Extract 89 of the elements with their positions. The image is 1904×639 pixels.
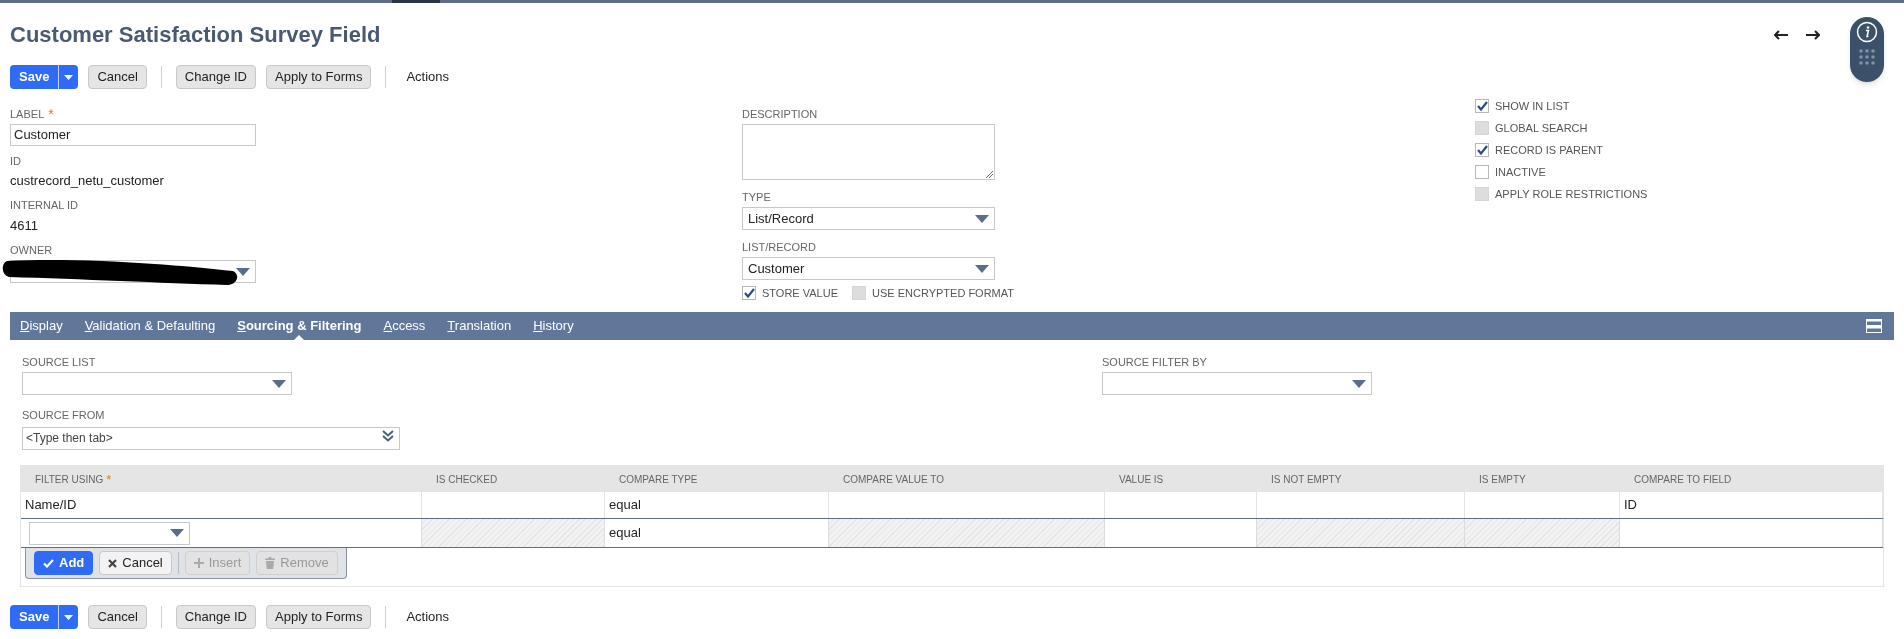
trash-icon xyxy=(265,557,276,569)
double-chevron-icon xyxy=(382,430,394,442)
save-button[interactable]: Save xyxy=(10,605,59,629)
field-label: TYPE xyxy=(742,189,771,205)
checkbox[interactable] xyxy=(1475,165,1489,179)
check-icon xyxy=(43,558,54,568)
column-header: IS EMPTY xyxy=(1479,472,1526,487)
field-value: custrecord_netu_customer xyxy=(10,172,165,190)
checkbox[interactable] xyxy=(1475,99,1489,113)
forward-arrow-icon[interactable] xyxy=(1806,30,1820,40)
description-textarea[interactable] xyxy=(742,124,995,180)
field-label: SOURCE LIST xyxy=(22,354,96,370)
page-title: Customer Satisfaction Survey Field xyxy=(10,20,381,49)
source-list-dropdown[interactable] xyxy=(22,372,292,395)
tab[interactable]: Translation xyxy=(447,312,512,340)
layout-toggle-icon[interactable] xyxy=(1866,319,1882,333)
field-label: SOURCE FROM xyxy=(22,407,105,423)
checkbox-label: SHOW IN LIST xyxy=(1495,98,1570,114)
toolbar-button[interactable]: Cancel xyxy=(88,605,147,629)
dropdown-field[interactable]: Customer xyxy=(742,257,995,280)
caret-icon xyxy=(975,264,989,273)
toolbar-button[interactable]: Apply to Forms xyxy=(266,65,372,89)
source-filter-dropdown[interactable] xyxy=(1102,372,1372,395)
checkbox-label: STORE VALUE xyxy=(762,285,838,301)
help-widget[interactable] xyxy=(1850,17,1884,82)
tab[interactable]: Access xyxy=(383,312,426,340)
checkbox[interactable] xyxy=(742,286,756,300)
caret-icon xyxy=(272,379,286,388)
resize-handle-icon xyxy=(986,171,993,178)
caret-icon xyxy=(170,529,184,537)
actions-menu[interactable]: Actions xyxy=(400,65,456,89)
checkbox[interactable] xyxy=(1475,143,1489,157)
checkbox-label: GLOBAL SEARCH xyxy=(1495,120,1588,136)
field-label: SOURCE FILTER BY xyxy=(1102,354,1207,370)
save-button[interactable]: Save xyxy=(10,65,59,89)
checkbox-label: INACTIVE xyxy=(1495,164,1546,180)
info-icon xyxy=(1856,21,1878,43)
dropdown-field[interactable]: List/Record xyxy=(742,207,995,230)
caret-icon xyxy=(64,614,74,620)
required-mark: * xyxy=(106,472,112,486)
column-header: COMPARE TYPE xyxy=(619,472,698,487)
checkbox-label: RECORD IS PARENT xyxy=(1495,142,1603,158)
field-label: DESCRIPTION xyxy=(742,106,818,122)
column-header: COMPARE VALUE TO xyxy=(843,472,944,487)
field-value: 4611 xyxy=(10,216,39,235)
table-cell[interactable] xyxy=(21,519,422,547)
tab[interactable]: Validation & Defaulting xyxy=(84,312,216,340)
caret-icon xyxy=(1352,379,1366,388)
required-mark: * xyxy=(48,107,54,121)
column-header: VALUE IS xyxy=(1119,472,1164,487)
row-action-button[interactable]: Cancel xyxy=(99,551,172,575)
toolbar-button[interactable]: Cancel xyxy=(88,65,147,89)
column-header: IS CHECKED xyxy=(436,472,498,487)
row-action-button[interactable]: Add xyxy=(34,551,94,575)
filter-dropdown[interactable] xyxy=(29,521,190,545)
actions-menu[interactable]: Actions xyxy=(400,605,456,629)
check-icon xyxy=(1476,101,1488,111)
field-label: LABEL xyxy=(10,106,45,122)
table-cell[interactable]: equal xyxy=(605,519,829,547)
column-header: FILTER USING xyxy=(35,472,104,487)
field-label: LIST/RECORD xyxy=(742,239,816,255)
checkbox-label: APPLY ROLE RESTRICTIONS xyxy=(1495,186,1648,202)
save-options-button[interactable] xyxy=(58,65,79,89)
check-icon xyxy=(743,288,755,298)
field-label: OWNER xyxy=(10,242,53,258)
back-arrow-icon[interactable] xyxy=(1774,30,1788,40)
source-from-field[interactable]: <Type then tab> xyxy=(22,426,400,450)
caret-icon xyxy=(64,74,74,80)
field-label: ID xyxy=(10,153,21,169)
tab[interactable]: History xyxy=(533,312,574,340)
toolbar-button[interactable]: Change ID xyxy=(175,605,256,629)
table-cell[interactable] xyxy=(1620,519,1883,547)
toolbar-button[interactable]: Apply to Forms xyxy=(266,605,372,629)
grid-icon xyxy=(1859,49,1875,65)
field-label: INTERNAL ID xyxy=(10,198,79,214)
check-icon xyxy=(1476,145,1488,155)
column-header: IS NOT EMPTY xyxy=(1271,472,1342,487)
close-icon xyxy=(108,558,118,568)
save-options-button[interactable] xyxy=(58,605,79,629)
checkbox-label: USE ENCRYPTED FORMAT xyxy=(872,285,1014,301)
caret-icon xyxy=(975,214,989,223)
caret-icon xyxy=(236,267,250,276)
column-header: COMPARE TO FIELD xyxy=(1634,472,1732,487)
tab[interactable]: Sourcing & Filtering xyxy=(237,312,362,340)
table-cell[interactable] xyxy=(1105,519,1257,547)
tab[interactable]: Display xyxy=(20,312,63,340)
label-input[interactable]: Customer xyxy=(10,124,256,146)
toolbar-button[interactable]: Change ID xyxy=(175,65,256,89)
plus-icon xyxy=(193,558,204,568)
